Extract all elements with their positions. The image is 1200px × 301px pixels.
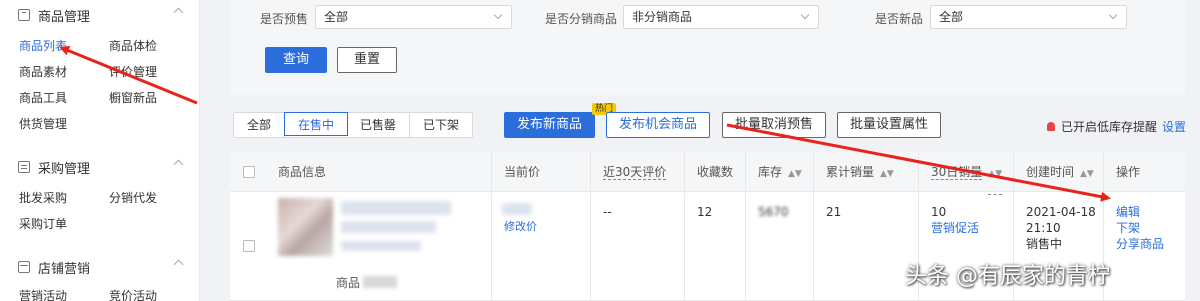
table-header: 商品信息 当前价 近30天评价 收藏数 库存 ▲▼ 累计销量 ▲▼ 30日销量 ▲▼ …	[230, 152, 1185, 195]
sidebar-item-product-material[interactable]: 商品素材	[19, 63, 67, 80]
rating-value: --	[603, 205, 612, 219]
list-icon	[18, 161, 30, 173]
distribution-select[interactable]: 非分销商品	[623, 5, 819, 29]
tab-delisted[interactable]: 已下架	[410, 113, 472, 137]
chevron-up-icon	[173, 159, 184, 170]
settings-link[interactable]: 设置	[1162, 118, 1186, 135]
filter-label-new: 是否新品	[875, 12, 924, 26]
total-sales-value: 21	[826, 205, 842, 219]
stock-cell: 5670	[745, 193, 813, 301]
product-name-prefix: 商品	[336, 276, 361, 290]
sort-icon: ▲▼	[988, 154, 1003, 195]
publish-opportunity-button[interactable]: 发布机会商品	[606, 112, 711, 138]
sidebar: 商品管理 商品列表 商品体检 商品素材 评价管理 商品工具 橱窗新品 供货管理 …	[0, 0, 200, 301]
sidebar-item-bidding[interactable]: 竞价活动	[109, 287, 157, 301]
col-stock[interactable]: 库存 ▲▼	[745, 152, 813, 192]
new-select[interactable]: 全部	[930, 5, 1127, 29]
sidebar-item-supply[interactable]: 供货管理	[19, 115, 67, 132]
edit-link[interactable]: 编辑	[1116, 204, 1185, 220]
filter-label-distribution: 是否分销商品	[545, 12, 618, 26]
chevron-up-icon	[173, 7, 184, 18]
sidebar-section-title: 采购管理	[38, 161, 91, 177]
sales-30d-value: 10	[931, 205, 947, 219]
sidebar-section-product[interactable]: 商品管理	[18, 5, 188, 25]
filter-panel: 是否预售 全部 是否分销商品 非分销商品 是否新品 全部 查询 重置	[230, 0, 1185, 95]
product-info-cell: 商品	[266, 193, 491, 301]
created-time: 21:10	[1026, 221, 1061, 235]
shop-icon	[18, 261, 30, 273]
reset-button[interactable]: 重置	[337, 47, 397, 73]
col-actions: 操作	[1103, 152, 1185, 192]
sidebar-section-marketing[interactable]: 店铺营销	[18, 257, 188, 277]
stock-value: 5670	[758, 205, 789, 219]
select-value: 非分销商品	[632, 10, 693, 24]
sort-icon: ▲▼	[788, 169, 802, 179]
total-sales-cell: 21	[813, 193, 918, 301]
box-icon	[18, 9, 30, 21]
sidebar-item-campaigns[interactable]: 营销活动	[19, 287, 67, 301]
product-title-blurred	[341, 221, 436, 233]
row-checkbox[interactable]	[243, 240, 255, 252]
price-blurred	[502, 203, 532, 215]
chevron-up-icon	[173, 259, 184, 270]
product-name-blurred	[363, 276, 397, 288]
app-root: 商品管理 商品列表 商品体检 商品素材 评价管理 商品工具 橱窗新品 供货管理 …	[0, 0, 1200, 301]
sidebar-item-product-list[interactable]: 商品列表	[19, 37, 67, 54]
sidebar-item-product-check[interactable]: 商品体检	[109, 37, 157, 54]
sidebar-section-title: 商品管理	[38, 9, 91, 25]
product-title-blurred	[341, 241, 421, 251]
status-text: 销售中	[1026, 237, 1063, 251]
sidebar-section-title: 店铺营销	[38, 261, 91, 277]
stock-alert-text: 已开启低库存提醒	[1061, 120, 1158, 134]
sidebar-item-window-new[interactable]: 橱窗新品	[109, 89, 157, 106]
batch-set-attributes-button[interactable]: 批量设置属性	[837, 112, 942, 138]
favorites-value: 12	[697, 205, 713, 219]
sidebar-item-review[interactable]: 评价管理	[109, 63, 157, 80]
delist-link[interactable]: 下架	[1116, 220, 1185, 236]
sort-icon: ▲▼	[880, 169, 894, 179]
col-favorites: 收藏数	[684, 152, 745, 192]
select-value: 全部	[324, 10, 349, 24]
rating-cell: --	[590, 193, 684, 301]
col-total-sales[interactable]: 累计销量 ▲▼	[813, 152, 918, 192]
status-tabs: 全部 在售中 已售罄 已下架	[233, 112, 474, 138]
price-cell: 修改价	[491, 193, 590, 301]
sidebar-item-dropship[interactable]: 分销代发	[109, 189, 157, 206]
sort-icon: ▲▼	[1080, 169, 1094, 179]
sidebar-section-purchase[interactable]: 采购管理	[18, 157, 188, 177]
batch-cancel-presale-button[interactable]: 批量取消预售	[722, 112, 827, 138]
product-title-blurred	[341, 201, 451, 215]
sidebar-item-product-tools[interactable]: 商品工具	[19, 89, 67, 106]
col-price: 当前价	[491, 152, 590, 192]
favorites-cell: 12	[684, 193, 745, 301]
col-sales-30d[interactable]: 30日销量 ▲▼	[918, 152, 1013, 195]
bell-icon	[1047, 122, 1055, 131]
chevron-down-icon	[800, 10, 810, 20]
filter-label-presale: 是否预售	[260, 12, 309, 26]
select-all-checkbox[interactable]	[243, 166, 255, 178]
edit-price-link[interactable]: 修改价	[504, 219, 537, 235]
tab-sold-out[interactable]: 已售罄	[347, 113, 411, 137]
presale-select[interactable]: 全部	[315, 5, 512, 29]
tab-all[interactable]: 全部	[234, 113, 286, 137]
col-created-time[interactable]: 创建时间 ▲▼	[1013, 152, 1103, 192]
select-value: 全部	[939, 10, 964, 24]
sidebar-item-purchase-orders[interactable]: 采购订单	[19, 215, 67, 232]
marketing-link[interactable]: 营销促活	[931, 220, 1013, 236]
product-thumbnail[interactable]	[278, 198, 333, 256]
col-product-info: 商品信息	[278, 165, 327, 179]
sidebar-item-wholesale[interactable]: 批发采购	[19, 189, 67, 206]
publish-new-product-button[interactable]: 发布新商品	[504, 112, 596, 138]
query-button[interactable]: 查询	[265, 47, 327, 73]
created-date: 2021-04-18	[1026, 205, 1096, 219]
chevron-down-icon	[1108, 10, 1118, 20]
chevron-down-icon	[493, 10, 503, 20]
col-rating-30d[interactable]: 近30天评价	[590, 152, 684, 192]
watermark: 头条 @有辰家的青柠	[905, 264, 1110, 289]
actions-cell: 编辑 下架 分享商品	[1103, 193, 1185, 301]
tab-on-sale[interactable]: 在售中	[284, 112, 349, 136]
stock-alert: 已开启低库存提醒	[1047, 118, 1157, 135]
share-product-link[interactable]: 分享商品	[1116, 236, 1185, 252]
